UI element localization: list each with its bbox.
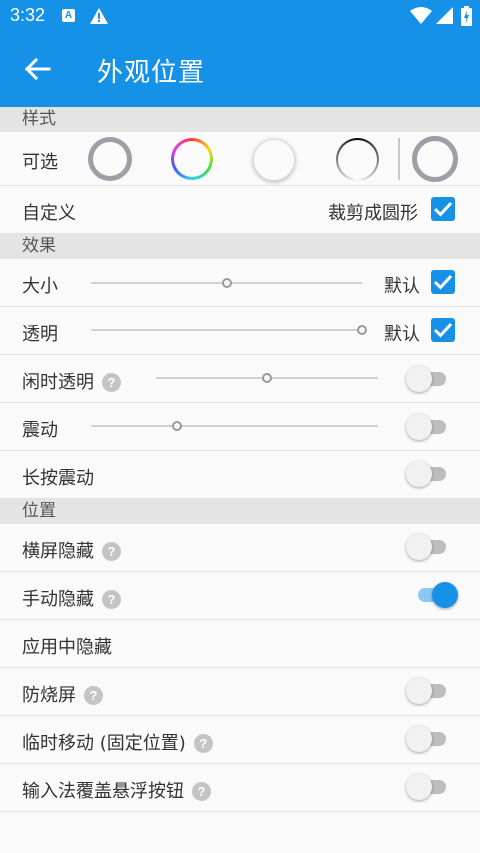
crop-circle-checkbox[interactable] <box>431 197 455 221</box>
battery-icon <box>461 6 472 26</box>
temp-move-switch[interactable] <box>406 726 450 752</box>
ime-cover-switch[interactable] <box>406 774 450 800</box>
help-icon[interactable]: ? <box>84 686 103 705</box>
custom-label: 自定义 <box>22 203 76 224</box>
crop-circle-label: 裁剪成圆形 <box>328 203 418 224</box>
idle-opacity-slider[interactable] <box>156 373 378 383</box>
status-time: 3:32 <box>10 5 46 25</box>
a-icon: A <box>62 9 75 22</box>
size-default-label: 默认 <box>384 276 420 297</box>
optional-label: 可选 <box>22 152 58 173</box>
long-press-vibration-label: 长按震动 <box>22 468 94 489</box>
help-icon[interactable]: ? <box>102 590 121 609</box>
hide-in-apps-row[interactable]: 应用中隐藏 <box>0 620 480 668</box>
help-icon[interactable]: ? <box>192 782 211 801</box>
hide-in-apps-label: 应用中隐藏 <box>22 637 112 658</box>
opacity-slider[interactable] <box>91 325 367 335</box>
custom-row[interactable]: 自定义 裁剪成圆形 <box>0 186 480 234</box>
page-title: 外观位置 <box>97 58 206 88</box>
section-header-position: 位置 <box>0 499 480 524</box>
status-bar: 3:32 A <box>0 0 480 32</box>
vibration-slider[interactable] <box>91 421 378 431</box>
landscape-hide-label: 横屏隐藏? <box>22 537 121 563</box>
opacity-row: 透明 默认 <box>0 307 480 355</box>
warning-icon <box>90 8 108 24</box>
idle-opacity-switch[interactable] <box>406 366 450 392</box>
idle-opacity-slider-thumb[interactable] <box>262 373 272 383</box>
help-icon[interactable]: ? <box>193 734 213 753</box>
wifi-icon <box>410 7 432 24</box>
manual-hide-label: 手动隐藏? <box>22 585 121 611</box>
signal-icon <box>436 7 453 24</box>
vibration-switch[interactable] <box>406 414 450 440</box>
style-option-gradient-ring[interactable] <box>336 138 379 181</box>
vibration-label: 震动 <box>22 420 58 441</box>
section-header-effects: 效果 <box>0 234 480 259</box>
check-icon <box>433 201 453 217</box>
size-default-checkbox[interactable] <box>431 270 455 294</box>
idle-opacity-label: 闲时透明? <box>22 368 121 394</box>
opacity-default-checkbox[interactable] <box>431 318 455 342</box>
check-icon <box>433 322 453 338</box>
landscape-hide-row: 横屏隐藏? <box>0 524 480 572</box>
manual-hide-switch[interactable] <box>414 582 458 608</box>
help-icon[interactable]: ? <box>102 542 121 561</box>
temp-move-row: 临时移动 (固定位置)? <box>0 716 480 764</box>
vibration-row: 震动 <box>0 403 480 451</box>
size-label: 大小 <box>22 276 58 297</box>
opacity-slider-thumb[interactable] <box>357 325 367 335</box>
style-option-rainbow-ring[interactable] <box>171 138 213 180</box>
check-icon <box>433 274 453 290</box>
long-press-vibration-row: 长按震动 <box>0 451 480 499</box>
style-option-gray-ring[interactable] <box>88 137 132 181</box>
manual-hide-row: 手动隐藏? <box>0 572 480 620</box>
opacity-label: 透明 <box>22 324 58 345</box>
section-header-style: 样式 <box>0 107 480 132</box>
idle-opacity-row: 闲时透明? <box>0 355 480 403</box>
arrow-left-icon[interactable] <box>22 54 52 84</box>
burn-in-row: 防烧屏? <box>0 668 480 716</box>
ime-cover-label: 输入法覆盖悬浮按钮? <box>22 777 211 803</box>
size-slider[interactable] <box>91 278 362 288</box>
landscape-hide-switch[interactable] <box>406 534 450 560</box>
ime-cover-row: 输入法覆盖悬浮按钮? <box>0 764 480 812</box>
size-row: 大小 默认 <box>0 259 480 307</box>
style-option-white-circle[interactable] <box>253 139 295 181</box>
style-divider <box>398 138 400 180</box>
burn-in-label: 防烧屏? <box>22 681 103 707</box>
vibration-slider-thumb[interactable] <box>172 421 183 431</box>
size-slider-thumb[interactable] <box>221 278 232 288</box>
style-options-row: 可选 <box>0 132 480 186</box>
style-option-custom-ring[interactable] <box>412 136 458 182</box>
opacity-default-label: 默认 <box>384 324 420 345</box>
burn-in-switch[interactable] <box>406 678 450 704</box>
temp-move-label: 临时移动 (固定位置)? <box>22 729 213 755</box>
long-press-vibration-switch[interactable] <box>406 461 450 487</box>
help-icon[interactable]: ? <box>102 373 121 392</box>
app-bar: 外观位置 <box>0 32 480 107</box>
